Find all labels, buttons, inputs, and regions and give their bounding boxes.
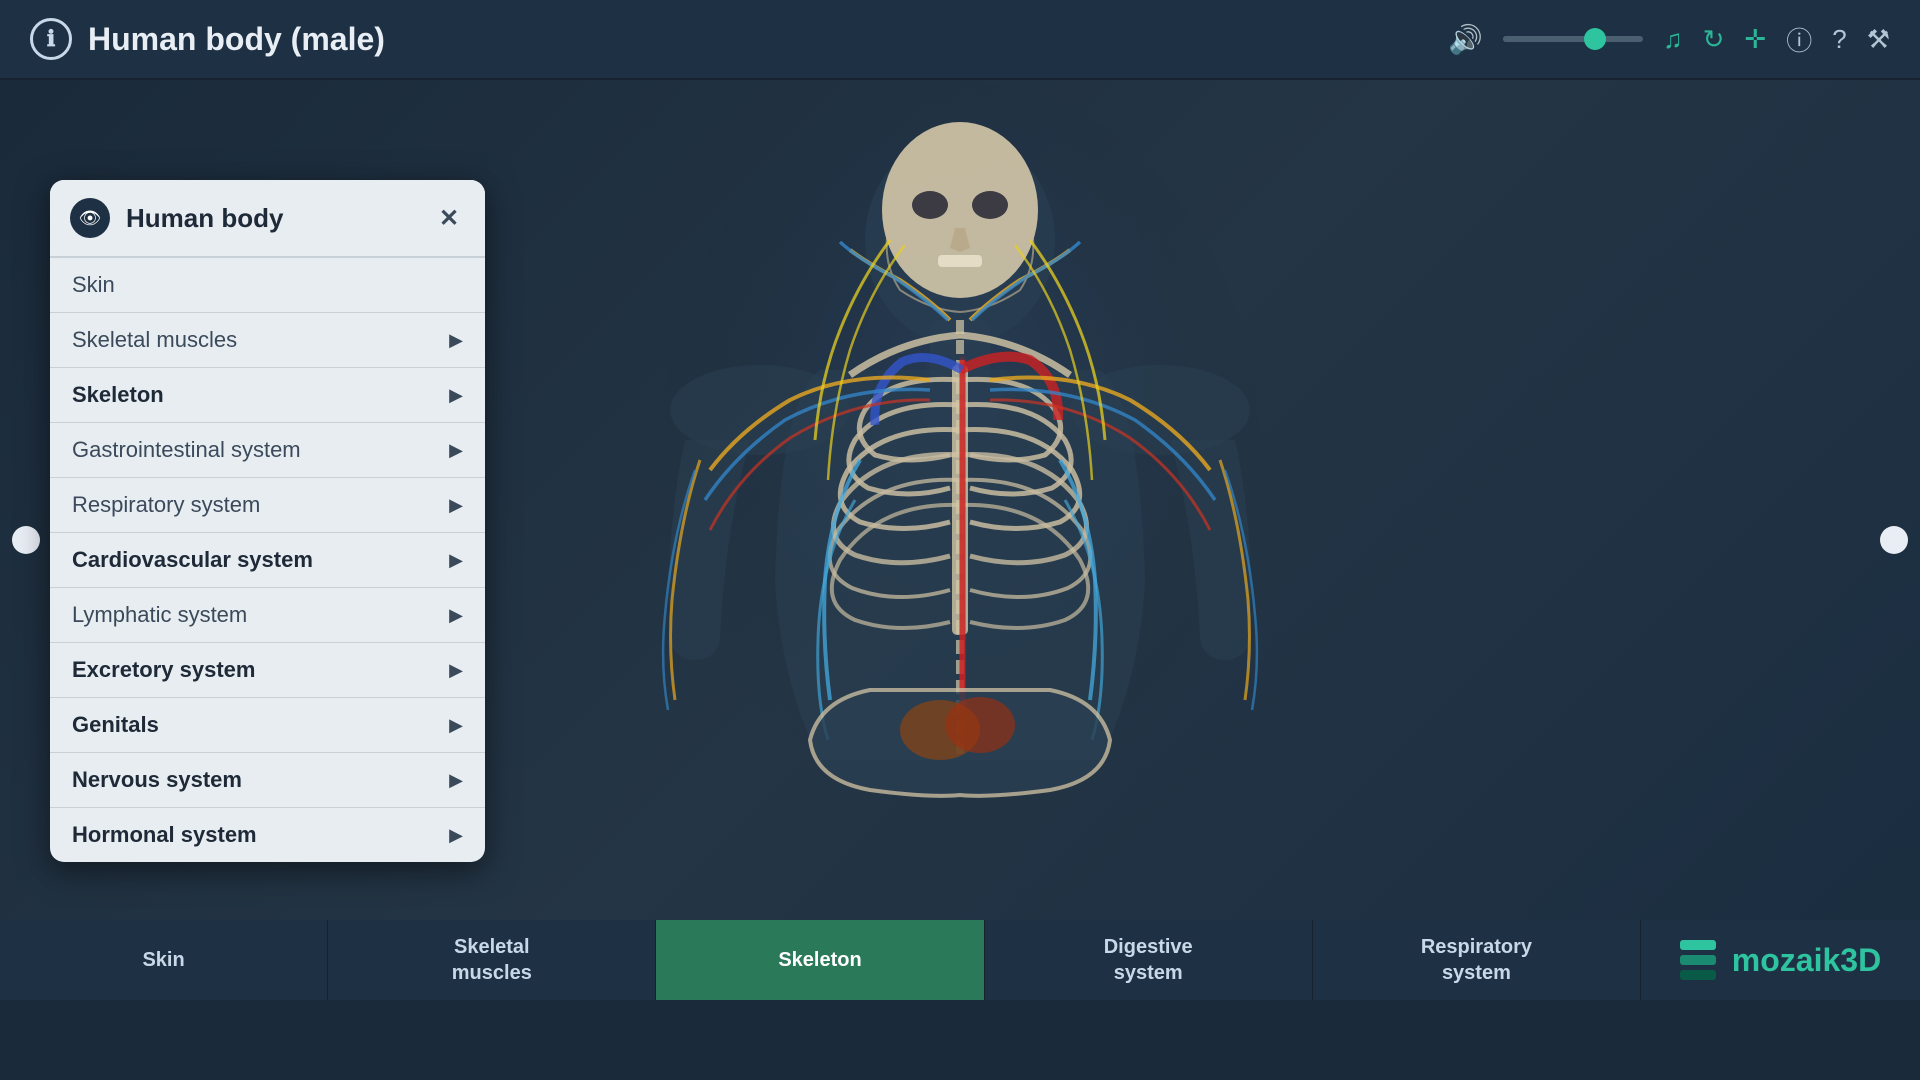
bottom-tab[interactable]: Respiratory system: [1313, 920, 1640, 1000]
brand-logo-bot: [1680, 970, 1716, 980]
right-nav-circle[interactable]: [1880, 526, 1908, 554]
panel-menu: SkinSkeletal muscles▶Skeleton▶Gastrointe…: [50, 258, 485, 862]
panel-header: 👁 Human body ✕: [50, 180, 485, 258]
brand-area: mozaik3D: [1640, 920, 1920, 1000]
menu-item[interactable]: Excretory system▶: [50, 643, 485, 698]
menu-item[interactable]: Respiratory system▶: [50, 478, 485, 533]
menu-item-arrow-icon: ▶: [449, 660, 463, 681]
menu-item-arrow-icon: ▶: [449, 550, 463, 571]
left-nav-circle[interactable]: [12, 526, 40, 554]
header-title-area: ℹ Human body (male): [30, 18, 1448, 60]
menu-item-label: Nervous system: [72, 767, 449, 793]
bottom-tab-label: Respiratory system: [1421, 934, 1532, 986]
menu-item-arrow-icon: ▶: [449, 605, 463, 626]
help-icon[interactable]: ?: [1832, 24, 1846, 55]
app-header: ℹ Human body (male) 🔊 ♫ ↻ ✛ ⓘ ? ⚒: [0, 0, 1920, 80]
menu-item-label: Hormonal system: [72, 822, 449, 848]
menu-item[interactable]: Skin: [50, 258, 485, 313]
brand-name: mozaik3D: [1732, 942, 1881, 979]
menu-item-arrow-icon: ▶: [449, 770, 463, 791]
move-icon[interactable]: ✛: [1744, 24, 1766, 55]
menu-item[interactable]: Nervous system▶: [50, 753, 485, 808]
menu-item-arrow-icon: ▶: [449, 495, 463, 516]
menu-item-label: Lymphatic system: [72, 602, 449, 628]
app-title: Human body (male): [88, 21, 385, 58]
body-svg: [510, 80, 1410, 900]
header-controls: 🔊 ♫ ↻ ✛ ⓘ ? ⚒: [1448, 21, 1890, 58]
menu-item[interactable]: Genitals▶: [50, 698, 485, 753]
settings-icon[interactable]: ⚒: [1867, 24, 1890, 55]
bottom-tab-label: Skeletal muscles: [452, 934, 532, 986]
bottom-tabs: Skin Skeletal muscles Skeleton Digestive sy…: [0, 920, 1640, 1000]
panel-title: Human body: [126, 203, 417, 234]
bottom-tab[interactable]: Skeleton: [656, 920, 984, 1000]
menu-item-label: Cardiovascular system: [72, 547, 449, 573]
menu-item-arrow-icon: ▶: [449, 440, 463, 461]
bottom-tab[interactable]: Skin: [0, 920, 328, 1000]
menu-item-label: Excretory system: [72, 657, 449, 683]
brand-logo: [1680, 940, 1716, 980]
body-systems-panel: 👁 Human body ✕ SkinSkeletal muscles▶Skel…: [50, 180, 485, 862]
bottom-tab-label: Skin: [142, 947, 184, 973]
menu-item-label: Skin: [72, 272, 463, 298]
brand-logo-mid: [1680, 955, 1716, 965]
menu-item[interactable]: Skeleton▶: [50, 368, 485, 423]
menu-item[interactable]: Cardiovascular system▶: [50, 533, 485, 588]
bottom-bar: Skin Skeletal muscles Skeleton Digestive sy…: [0, 920, 1920, 1000]
menu-item-label: Skeleton: [72, 382, 449, 408]
menu-item-label: Genitals: [72, 712, 449, 738]
bottom-tab-label: Digestive system: [1104, 934, 1193, 986]
menu-item-arrow-icon: ▶: [449, 715, 463, 736]
bottom-tab[interactable]: Skeletal muscles: [328, 920, 656, 1000]
volume-slider[interactable]: [1503, 36, 1643, 42]
panel-eye-icon: 👁: [70, 198, 110, 238]
menu-item[interactable]: Gastrointestinal system▶: [50, 423, 485, 478]
brand-logo-top: [1680, 940, 1716, 950]
panel-close-button[interactable]: ✕: [433, 202, 465, 234]
main-area: 👁 Human body ✕ SkinSkeletal muscles▶Skel…: [0, 80, 1920, 1000]
bottom-tab-label: Skeleton: [778, 947, 861, 973]
volume-icon[interactable]: 🔊: [1448, 23, 1483, 56]
menu-item-label: Skeletal muscles: [72, 327, 449, 353]
menu-item[interactable]: Hormonal system▶: [50, 808, 485, 862]
menu-item-label: Gastrointestinal system: [72, 437, 449, 463]
menu-item[interactable]: Skeletal muscles▶: [50, 313, 485, 368]
info-icon[interactable]: ⓘ: [1786, 21, 1812, 58]
menu-item-arrow-icon: ▶: [449, 385, 463, 406]
menu-item-arrow-icon: ▶: [449, 330, 463, 351]
bottom-tab[interactable]: Digestive system: [985, 920, 1313, 1000]
menu-item-label: Respiratory system: [72, 492, 449, 518]
menu-item-arrow-icon: ▶: [449, 825, 463, 846]
music-icon[interactable]: ♫: [1663, 24, 1683, 55]
menu-item[interactable]: Lymphatic system▶: [50, 588, 485, 643]
header-info-icon[interactable]: ℹ: [30, 18, 72, 60]
reset-icon[interactable]: ↻: [1703, 24, 1725, 55]
